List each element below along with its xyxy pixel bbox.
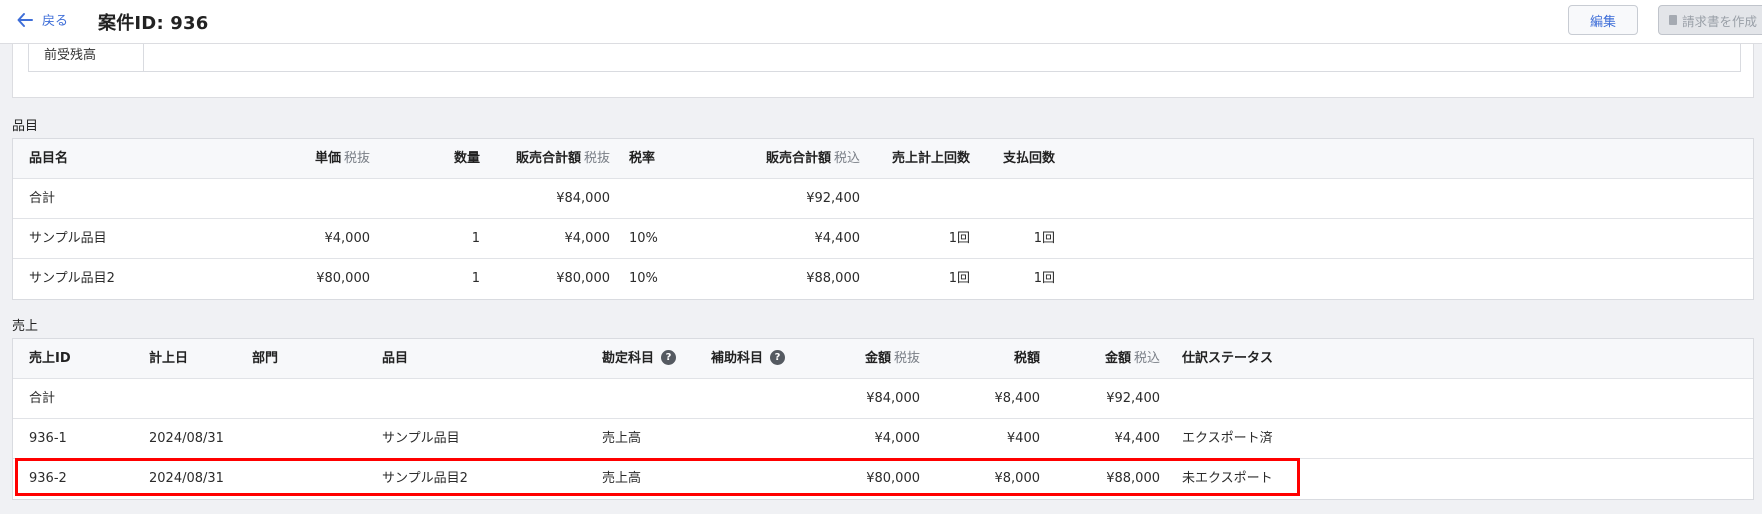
item-name: サンプル品目2 [29,271,115,286]
items-section-title: 品目 [12,119,39,134]
total-amount-ex: ¥84,000 [866,391,920,406]
item: サンプル品目 [382,431,460,446]
total-in: ¥88,000 [806,271,860,286]
sales-id: 936-1 [29,431,67,446]
create-invoice-button[interactable]: 請求書を作成 [1658,5,1762,35]
account: 売上高 [602,431,642,446]
date: 2024/08/31 [149,471,224,486]
sales-count: 1回 [948,271,970,286]
total-ex: ¥80,000 [556,271,610,286]
col-unit-price: 単価 税抜 [314,151,370,166]
arrow-left-icon [17,12,33,27]
date: 2024/08/31 [149,431,224,446]
sales-count: 1回 [948,231,970,246]
tax-rate: 10% [629,231,658,246]
total-in-value: ¥92,400 [806,191,860,206]
total-ex: ¥4,000 [564,231,611,246]
col-tax: 税額 [1013,351,1040,366]
sales-id: 936-2 [29,471,67,486]
amount-in: ¥4,400 [1114,431,1161,446]
total-label: 合計 [29,191,56,206]
back-button[interactable]: 戻る [16,10,68,29]
edit-button[interactable]: 編集 [1568,5,1638,35]
document-icon [1669,15,1677,25]
tax: ¥8,000 [994,471,1041,486]
col-sub-account: 補助科目? [711,339,786,379]
col-account: 勘定科目? [602,339,677,379]
summary-card: 前受残高 [12,44,1754,98]
sales-table: 売上ID 計上日 部門 品目 勘定科目? 補助科目? 金額 税抜 税額 金額 税込 … [12,338,1754,500]
total-label: 合計 [29,391,56,406]
amount-ex: ¥4,000 [874,431,921,446]
amount-in: ¥88,000 [1106,471,1160,486]
col-status: 仕訳ステータス [1182,351,1274,366]
sales-header-row: 売上ID 計上日 部門 品目 勘定科目? 補助科目? 金額 税抜 税額 金額 税込 … [13,339,1753,379]
total-amount-in: ¥92,400 [1106,391,1160,406]
help-icon[interactable]: ? [661,350,677,365]
prior-balance-label: 前受残高 [29,44,144,71]
col-item-name: 品目名 [29,151,69,166]
total-in: ¥4,400 [814,231,861,246]
total-tax: ¥8,400 [994,391,1041,406]
col-item: 品目 [382,351,409,366]
pay-count: 1回 [1033,271,1055,286]
page-title: 案件ID: 936 [98,13,209,34]
amount-ex: ¥80,000 [866,471,920,486]
sales-section-title: 売上 [12,319,39,334]
back-label: 戻る [42,14,69,29]
prior-balance-row: 前受残高 [28,44,1741,72]
items-table: 品目名 単価 税抜 数量 販売合計額 税抜 税率 販売合計額 税込 売上計上回数 支払… [12,138,1754,300]
col-total-ex: 販売合計額 税抜 [515,151,610,166]
col-date: 計上日 [149,351,189,366]
col-amount-in: 金額 税込 [1104,351,1160,366]
col-dept: 部門 [252,351,279,366]
pay-count: 1回 [1033,231,1055,246]
items-total-row: 合計 ¥84,000 ¥92,400 [13,179,1753,219]
col-total-in: 販売合計額 税込 [765,151,860,166]
tax: ¥400 [1006,431,1040,446]
sales-total-row: 合計 ¥84,000 ¥8,400 ¥92,400 [13,379,1753,419]
col-qty: 数量 [453,151,480,166]
top-bar: 戻る 案件ID: 936 編集 請求書を作成 [0,0,1762,44]
table-row[interactable]: 936-2 2024/08/31 サンプル品目2 売上高 ¥80,000 ¥8,… [13,459,1753,499]
create-invoice-label: 請求書を作成 [1682,13,1758,29]
col-tax-rate: 税率 [629,151,656,166]
col-pay-count: 支払回数 [1002,151,1055,166]
item-name: サンプル品目 [29,231,107,246]
unit-price: ¥4,000 [324,231,371,246]
tax-rate: 10% [629,271,658,286]
account: 売上高 [602,471,642,486]
status: エクスポート済 [1182,431,1273,446]
qty: 1 [471,231,480,246]
table-row: サンプル品目2 ¥80,000 1 ¥80,000 10% ¥88,000 1回… [13,259,1753,299]
help-icon[interactable]: ? [770,350,786,365]
item: サンプル品目2 [382,471,468,486]
col-amount-ex: 金額 税抜 [864,351,920,366]
col-sales-id: 売上ID [29,351,71,366]
qty: 1 [471,271,480,286]
unit-price: ¥80,000 [316,271,370,286]
items-header-row: 品目名 単価 税抜 数量 販売合計額 税抜 税率 販売合計額 税込 売上計上回数 支払… [13,139,1753,179]
col-sales-count: 売上計上回数 [891,151,970,166]
table-row[interactable]: 936-1 2024/08/31 サンプル品目 売上高 ¥4,000 ¥400 … [13,419,1753,459]
total-ex-value: ¥84,000 [556,191,610,206]
table-row: サンプル品目 ¥4,000 1 ¥4,000 10% ¥4,400 1回 1回 [13,219,1753,259]
status: 未エクスポート [1182,471,1273,486]
